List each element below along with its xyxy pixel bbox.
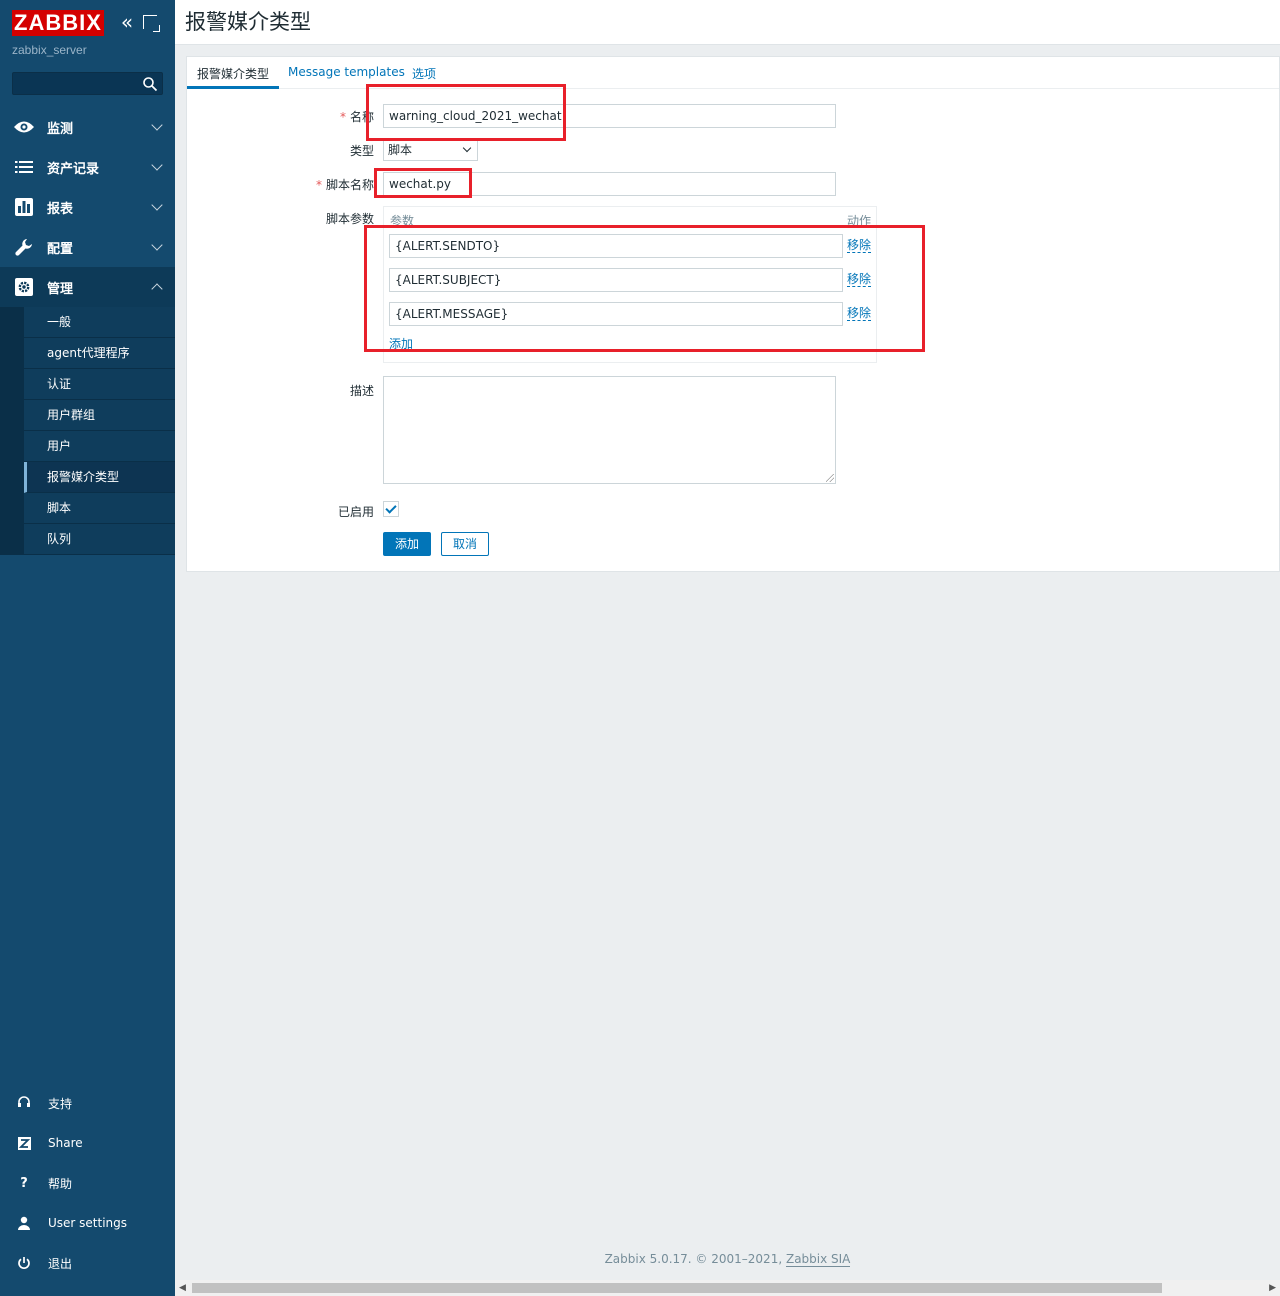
action-column-header: 动作 xyxy=(847,214,872,228)
menu-item-administration[interactable]: 管理 xyxy=(0,267,175,307)
script-params-label: 脚本参数 xyxy=(325,212,374,226)
type-select-value: 脚本 xyxy=(388,143,413,157)
bar-chart-icon xyxy=(13,196,35,218)
description-label: 描述 xyxy=(349,384,374,398)
wrench-icon xyxy=(13,236,35,258)
script-params-table: 参数 动作 {ALERT.SENDTO} 移除 {ALERT.SUBJECT} … xyxy=(383,206,877,363)
help-label: 帮助 xyxy=(48,1176,73,1191)
tab-message-templates[interactable]: Message templates xyxy=(288,65,405,79)
share-label: Share xyxy=(48,1136,83,1150)
add-button[interactable]: 添加 xyxy=(383,532,431,556)
params-column-header: 参数 xyxy=(390,214,415,228)
menu-item-monitoring[interactable]: 监测 xyxy=(0,107,175,147)
help-link[interactable]: ? 帮助 xyxy=(0,1163,175,1203)
sidebar: ZABBIX « zabbix_server 监测 资产记录 报表 配置 管理 … xyxy=(0,0,175,1296)
logout-label: 退出 xyxy=(48,1256,73,1271)
remove-param-link[interactable]: 移除 xyxy=(847,272,872,287)
resize-handle-icon[interactable] xyxy=(826,474,834,482)
name-label: * 名称 xyxy=(339,110,374,124)
name-field[interactable]: warning_cloud_2021_wechat xyxy=(383,104,836,128)
horizontal-scrollbar[interactable]: ◀ ▶ xyxy=(175,1280,1280,1296)
kiosk-mode-icon[interactable] xyxy=(143,15,160,32)
zabbix-logo[interactable]: ZABBIX xyxy=(12,10,104,36)
submenu-item-user-groups[interactable]: 用户群组 xyxy=(24,400,175,431)
description-textarea[interactable] xyxy=(383,376,836,484)
sidebar-bottom-links: 支持 Share ? 帮助 User settings 退出 xyxy=(0,1083,175,1283)
main-menu: 监测 资产记录 报表 配置 管理 一般 agent代理程序 认证 用户群组 用户… xyxy=(0,107,175,555)
menu-item-configuration[interactable]: 配置 xyxy=(0,227,175,267)
media-type-form: 报警媒介类型 Message templates 选项 * 名称 warning_… xyxy=(186,56,1280,572)
server-name: zabbix_server xyxy=(12,43,87,57)
tab-media-type[interactable]: 报警媒介类型 xyxy=(197,65,269,82)
gear-icon xyxy=(13,276,35,298)
search-input[interactable] xyxy=(12,72,163,95)
support-link[interactable]: 支持 xyxy=(0,1083,175,1123)
menu-label: 资产记录 xyxy=(47,161,100,177)
enabled-checkbox[interactable] xyxy=(383,501,399,517)
add-param-link[interactable]: 添加 xyxy=(389,337,414,352)
share-link[interactable]: Share xyxy=(0,1123,175,1163)
submenu-item-general[interactable]: 一般 xyxy=(24,307,175,338)
submenu-item-proxies[interactable]: agent代理程序 xyxy=(24,338,175,369)
menu-item-reports[interactable]: 报表 xyxy=(0,187,175,227)
page-title: 报警媒介类型 xyxy=(185,10,311,34)
chevron-down-icon xyxy=(151,239,163,251)
list-icon xyxy=(13,156,35,178)
page-footer: Zabbix 5.0.17. © 2001–2021, Zabbix SIA xyxy=(175,1252,1280,1267)
param-input[interactable]: {ALERT.SUBJECT} xyxy=(389,268,843,292)
eye-icon xyxy=(13,116,35,138)
type-select[interactable]: 脚本 xyxy=(383,139,478,161)
zabbix-sia-link[interactable]: Zabbix SIA xyxy=(785,1252,851,1267)
scroll-right-icon[interactable]: ▶ xyxy=(1269,1283,1276,1293)
search-icon[interactable] xyxy=(142,76,158,92)
remove-param-link[interactable]: 移除 xyxy=(847,238,872,253)
menu-label: 报表 xyxy=(47,201,74,217)
chevron-down-icon xyxy=(151,199,163,211)
script-name-field[interactable]: wechat.py xyxy=(383,172,836,196)
cancel-button[interactable]: 取消 xyxy=(441,532,489,556)
param-input[interactable]: {ALERT.MESSAGE} xyxy=(389,302,843,326)
chevron-down-icon xyxy=(151,119,163,131)
submenu-item-scripts[interactable]: 脚本 xyxy=(24,493,175,524)
active-tab-indicator xyxy=(187,86,279,89)
power-icon xyxy=(16,1255,32,1271)
chevron-down-icon xyxy=(462,143,472,153)
page-header: 报警媒介类型 xyxy=(175,0,1280,45)
chevron-down-icon xyxy=(151,159,163,171)
menu-label: 配置 xyxy=(47,241,74,257)
submenu-item-queue[interactable]: 队列 xyxy=(24,524,175,555)
menu-item-inventory[interactable]: 资产记录 xyxy=(0,147,175,187)
type-label: 类型 xyxy=(349,144,374,158)
enabled-label: 已启用 xyxy=(337,505,374,519)
user-settings-link[interactable]: User settings xyxy=(0,1203,175,1243)
headset-icon xyxy=(16,1095,32,1111)
help-icon: ? xyxy=(20,1175,28,1191)
submenu-item-authentication[interactable]: 认证 xyxy=(24,369,175,400)
share-z-icon xyxy=(16,1135,32,1151)
scroll-left-icon[interactable]: ◀ xyxy=(179,1283,186,1293)
submenu-item-media-types[interactable]: 报警媒介类型 xyxy=(24,462,175,493)
menu-label: 监测 xyxy=(47,121,74,137)
support-label: 支持 xyxy=(48,1096,73,1111)
tab-options[interactable]: 选项 xyxy=(412,65,436,82)
menu-label: 管理 xyxy=(47,281,74,297)
copyright-text: Zabbix 5.0.17. © 2001–2021, xyxy=(604,1252,786,1266)
submenu-item-users[interactable]: 用户 xyxy=(24,431,175,462)
collapse-sidebar-icon[interactable]: « xyxy=(118,12,136,32)
chevron-up-icon xyxy=(151,283,163,295)
param-input[interactable]: {ALERT.SENDTO} xyxy=(389,234,843,258)
scrollbar-thumb[interactable] xyxy=(192,1283,1162,1293)
user-icon xyxy=(16,1215,32,1231)
tab-bar: 报警媒介类型 Message templates 选项 xyxy=(187,57,1279,89)
remove-param-link[interactable]: 移除 xyxy=(847,306,872,321)
admin-submenu: 一般 agent代理程序 认证 用户群组 用户 报警媒介类型 脚本 队列 xyxy=(0,307,175,555)
user-settings-label: User settings xyxy=(48,1216,128,1230)
script-name-label: * 脚本名称 xyxy=(315,178,374,192)
logout-link[interactable]: 退出 xyxy=(0,1243,175,1283)
